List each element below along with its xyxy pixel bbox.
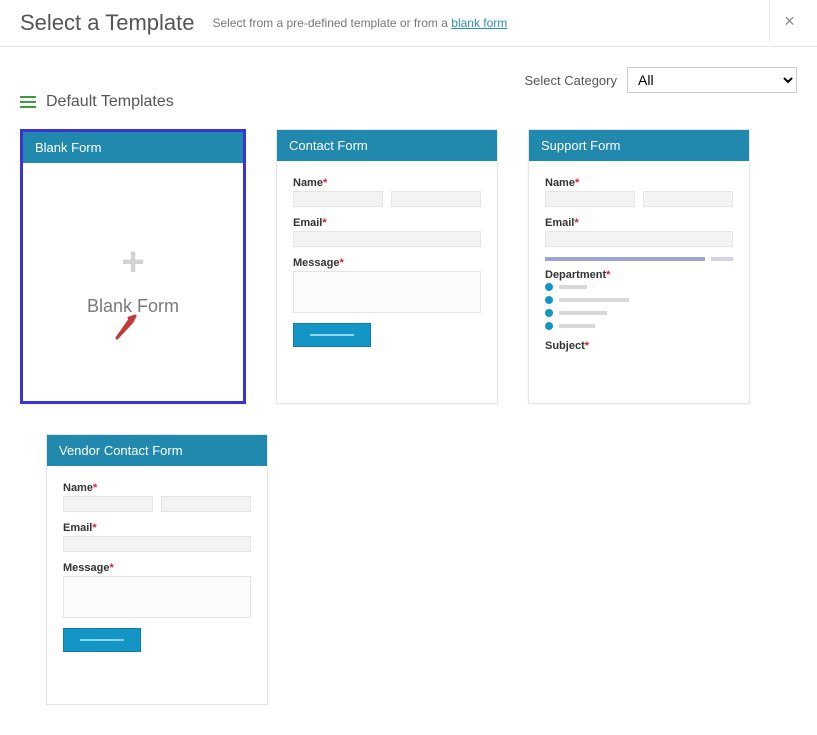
fake-input [643, 191, 733, 207]
field-label-name: Name* [63, 482, 251, 494]
field-label-message: Message* [293, 257, 481, 269]
card-header: Vendor Contact Form [47, 435, 267, 466]
template-card-contact[interactable]: Contact Form Name* Email* Message* [276, 129, 498, 404]
card-header: Contact Form [277, 130, 497, 161]
category-label: Select Category [525, 73, 618, 88]
fake-textarea [63, 576, 251, 618]
field-label-subject: Subject* [545, 340, 733, 352]
fake-submit-button [63, 628, 141, 652]
category-select[interactable]: All [627, 67, 797, 93]
category-filter-row: Select Category All [20, 67, 797, 93]
field-label-department: Department* [545, 269, 733, 281]
radio-option [545, 296, 733, 304]
field-label-name: Name* [293, 177, 481, 189]
close-button[interactable]: × [769, 0, 799, 42]
field-label-email: Email* [293, 217, 481, 229]
fake-input [293, 231, 481, 247]
modal-title: Select a Template [20, 10, 194, 36]
modal-subtitle: Select from a pre-defined template or fr… [212, 16, 507, 30]
fake-submit-button [293, 323, 371, 347]
card-header: Blank Form [23, 132, 243, 163]
fake-input [391, 191, 481, 207]
field-label-message: Message* [63, 562, 251, 574]
template-card-blank[interactable]: Blank Form + Blank Form [20, 129, 246, 404]
template-card-vendor[interactable]: Vendor Contact Form Name* Email* Message… [46, 434, 268, 705]
fake-input [63, 496, 153, 512]
close-icon: × [784, 11, 795, 31]
placeholder-line [545, 257, 733, 261]
section-header: Default Templates [20, 93, 797, 111]
fake-textarea [293, 271, 481, 313]
radio-option [545, 309, 733, 317]
template-card-support[interactable]: Support Form Name* Email* Department* [528, 129, 750, 404]
field-label-name: Name* [545, 177, 733, 189]
radio-option [545, 283, 733, 291]
fake-input [545, 231, 733, 247]
template-grid: Blank Form + Blank Form Contact Form [20, 129, 797, 705]
modal-header: Select a Template Select from a pre-defi… [0, 0, 817, 47]
menu-icon[interactable] [20, 96, 36, 108]
section-title: Default Templates [46, 93, 174, 111]
fake-input [293, 191, 383, 207]
card-header: Support Form [529, 130, 749, 161]
blank-form-link[interactable]: blank form [451, 16, 507, 30]
radio-option [545, 322, 733, 330]
fake-input [545, 191, 635, 207]
cursor-arrow-icon [113, 308, 141, 345]
subtitle-text: Select from a pre-defined template or fr… [212, 16, 451, 30]
field-label-email: Email* [545, 217, 733, 229]
fake-input [161, 496, 251, 512]
fake-input [63, 536, 251, 552]
plus-icon: + [121, 242, 144, 282]
field-label-email: Email* [63, 522, 251, 534]
